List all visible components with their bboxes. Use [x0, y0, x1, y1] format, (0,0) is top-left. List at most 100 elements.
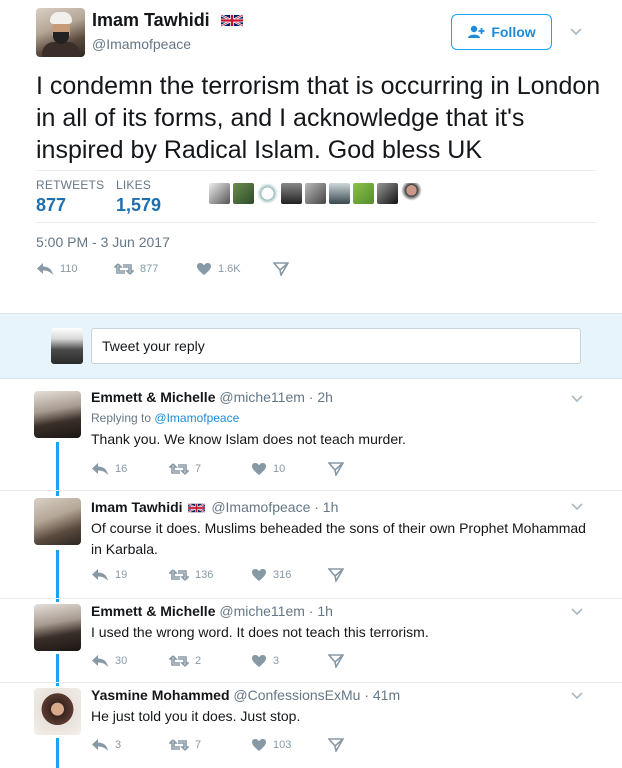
reply-count: 3: [115, 739, 122, 751]
follow-label: Follow: [491, 24, 536, 40]
reply-author-meta[interactable]: @Imamofpeace · 1h: [211, 499, 338, 515]
direct-message-action[interactable]: [328, 654, 344, 668]
author-avatar[interactable]: [36, 8, 85, 57]
follow-button[interactable]: Follow: [451, 14, 552, 50]
reply-icon: [92, 463, 108, 475]
reply-action[interactable]: 19: [91, 568, 127, 582]
direct-message-action[interactable]: [328, 462, 344, 476]
thread-line: [56, 738, 59, 768]
retweet-count: 2: [195, 655, 202, 667]
author-display-name[interactable]: Imam Tawhidi: [92, 10, 210, 30]
reply-avatar[interactable]: [34, 391, 81, 438]
reply-tweet[interactable]: Imam Tawhidi @Imamofpeace · 1h Of course…: [0, 490, 622, 598]
direct-message-icon: [328, 654, 344, 668]
retweets-count[interactable]: 877: [36, 195, 66, 216]
reply-author[interactable]: Yasmine Mohammed @ConfessionsExMu · 41m: [91, 687, 400, 703]
liker-avatar[interactable]: [305, 183, 326, 204]
reply-icon: [92, 655, 108, 667]
uk-flag-icon: [220, 14, 243, 27]
like-action[interactable]: 10: [251, 462, 285, 476]
reply-author-meta[interactable]: @miche11em · 2h: [219, 389, 333, 405]
heart-icon: [197, 263, 211, 275]
reply-author-meta[interactable]: @miche11em · 1h: [219, 603, 333, 619]
direct-message-action[interactable]: [273, 262, 289, 276]
reply-text: Thank you. We know Islam does not teach …: [91, 431, 406, 447]
like-action[interactable]: 103: [251, 738, 291, 752]
reply-actions: 30 2 3: [91, 654, 371, 672]
tweet-timestamp[interactable]: 5:00 PM - 3 Jun 2017: [36, 234, 170, 250]
like-action[interactable]: 316: [251, 568, 291, 582]
chevron-down-icon[interactable]: [570, 394, 584, 404]
reply-author-meta[interactable]: @ConfessionsExMu · 41m: [233, 687, 400, 703]
reply-author-name[interactable]: Yasmine Mohammed: [91, 687, 230, 703]
retweet-icon: [169, 569, 189, 581]
retweet-action[interactable]: 2: [169, 654, 201, 668]
reply-tweet[interactable]: Emmett & Michelle @miche11em · 2h Replyi…: [0, 380, 622, 490]
retweet-count: 7: [195, 463, 202, 475]
retweet-action[interactable]: 877: [114, 262, 158, 276]
liker-avatar[interactable]: [233, 183, 254, 204]
chevron-down-icon[interactable]: [570, 607, 584, 617]
reply-count: 30: [115, 655, 128, 667]
liker-avatar[interactable]: [353, 183, 374, 204]
tweet-actions: 110 877 1.6K: [36, 262, 316, 282]
reply-action[interactable]: 110: [36, 262, 78, 276]
retweet-count: 136: [195, 569, 214, 581]
reply-icon: [92, 739, 108, 751]
retweet-action[interactable]: 136: [169, 568, 213, 582]
reply-action[interactable]: 30: [91, 654, 127, 668]
reply-avatar[interactable]: [34, 498, 81, 545]
direct-message-action[interactable]: [328, 568, 344, 582]
direct-message-icon: [328, 462, 344, 476]
divider: [36, 170, 596, 171]
liker-avatar[interactable]: [329, 183, 350, 204]
direct-message-icon: [328, 568, 344, 582]
liker-avatar[interactable]: [377, 183, 398, 204]
direct-message-action[interactable]: [328, 738, 344, 752]
liker-avatar[interactable]: [209, 183, 230, 204]
reply-author[interactable]: Emmett & Michelle @miche11em · 2h: [91, 389, 333, 405]
like-action[interactable]: 1.6K: [196, 262, 241, 276]
reply-avatar[interactable]: [34, 688, 81, 735]
liker-avatar[interactable]: [257, 183, 278, 204]
author-name-row[interactable]: Imam Tawhidi: [92, 10, 243, 31]
like-count: 316: [273, 569, 292, 581]
retweet-action[interactable]: 7: [169, 738, 201, 752]
liker-avatars: [209, 183, 459, 211]
replying-to-handle[interactable]: @Imamofpeace: [154, 411, 239, 425]
reply-tweet[interactable]: Yasmine Mohammed @ConfessionsExMu · 41m …: [0, 682, 622, 768]
direct-message-icon: [328, 738, 344, 752]
reply-tweet[interactable]: Emmett & Michelle @miche11em · 1h I used…: [0, 598, 622, 682]
reply-count: 16: [115, 463, 128, 475]
likes-count[interactable]: 1,579: [116, 195, 161, 216]
retweet-action[interactable]: 7: [169, 462, 201, 476]
current-user-avatar[interactable]: [51, 328, 83, 364]
retweet-icon: [114, 263, 134, 275]
like-action[interactable]: 3: [251, 654, 279, 668]
heart-icon: [252, 739, 266, 751]
reply-action[interactable]: 3: [91, 738, 121, 752]
retweets-label[interactable]: RETWEETS: [36, 178, 104, 192]
reply-author-name[interactable]: Emmett & Michelle: [91, 389, 215, 405]
reply-avatar[interactable]: [34, 604, 81, 651]
tweet-reply-input[interactable]: Tweet your reply: [91, 328, 581, 364]
retweet-icon: [169, 739, 189, 751]
liker-avatar[interactable]: [281, 183, 302, 204]
chevron-down-icon[interactable]: [569, 27, 583, 37]
reply-author[interactable]: Emmett & Michelle @miche11em · 1h: [91, 603, 333, 619]
divider: [0, 682, 622, 683]
reply-author-name[interactable]: Imam Tawhidi: [91, 499, 183, 515]
author-handle[interactable]: @Imamofpeace: [92, 36, 191, 52]
reply-author-name[interactable]: Emmett & Michelle: [91, 603, 215, 619]
like-count: 3: [273, 655, 280, 667]
reply-action[interactable]: 16: [91, 462, 127, 476]
like-count: 10: [273, 463, 286, 475]
likes-label[interactable]: LIKES: [116, 178, 151, 192]
main-tweet: Imam Tawhidi @Imamofpeace Follow I conde…: [0, 0, 622, 313]
chevron-down-icon[interactable]: [570, 502, 584, 512]
uk-flag-icon: [188, 502, 206, 514]
liker-avatar[interactable]: [401, 183, 422, 204]
thread-line: [56, 654, 59, 682]
reply-author[interactable]: Imam Tawhidi @Imamofpeace · 1h: [91, 499, 338, 515]
chevron-down-icon[interactable]: [570, 691, 584, 701]
